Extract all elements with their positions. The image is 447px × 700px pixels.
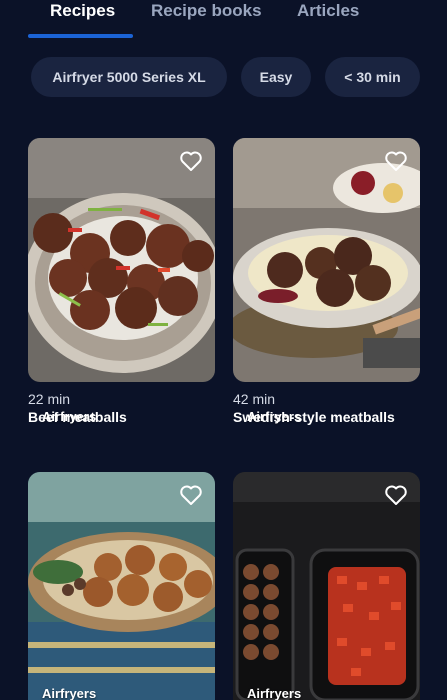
tab-recipes[interactable]: Recipes: [50, 0, 115, 38]
filter-chip-difficulty[interactable]: Easy: [241, 57, 311, 97]
recipe-title: Swedish-style meatballs: [233, 409, 395, 425]
heart-outline-icon[interactable]: [384, 150, 408, 172]
recipe-image: [233, 472, 420, 700]
filter-chip-airfryer-model[interactable]: Airfryer 5000 Series XL: [31, 57, 227, 97]
recipe-image: [233, 138, 420, 382]
heart-outline-icon[interactable]: [384, 484, 408, 506]
recipe-time: 22 min: [28, 391, 71, 407]
tab-recipe-books[interactable]: Recipe books: [151, 0, 262, 38]
recipe-image: [28, 472, 215, 700]
recipe-card[interactable]: Airfryers: [233, 472, 420, 700]
recipe-category-label: Airfryers: [247, 686, 302, 700]
tab-bar: Recipes Recipe books Articles: [0, 0, 447, 40]
heart-outline-icon[interactable]: [179, 150, 203, 172]
recipe-time: 42 min: [233, 391, 276, 407]
tab-articles[interactable]: Articles: [297, 0, 359, 38]
heart-outline-icon[interactable]: [179, 484, 203, 506]
recipe-image: [28, 138, 215, 382]
recipe-title: Beef meatballs: [28, 409, 127, 425]
recipe-card[interactable]: Airfryers 22 min Beef meatballs: [28, 138, 215, 438]
recipe-category-label: Airfryers: [42, 686, 97, 700]
active-tab-indicator: [28, 34, 133, 38]
recipe-card[interactable]: Airfryers: [28, 472, 215, 700]
filter-chip-time[interactable]: < 30 min: [325, 57, 420, 97]
recipe-card[interactable]: Airfryers 42 min Swedish-style meatballs: [233, 138, 420, 438]
